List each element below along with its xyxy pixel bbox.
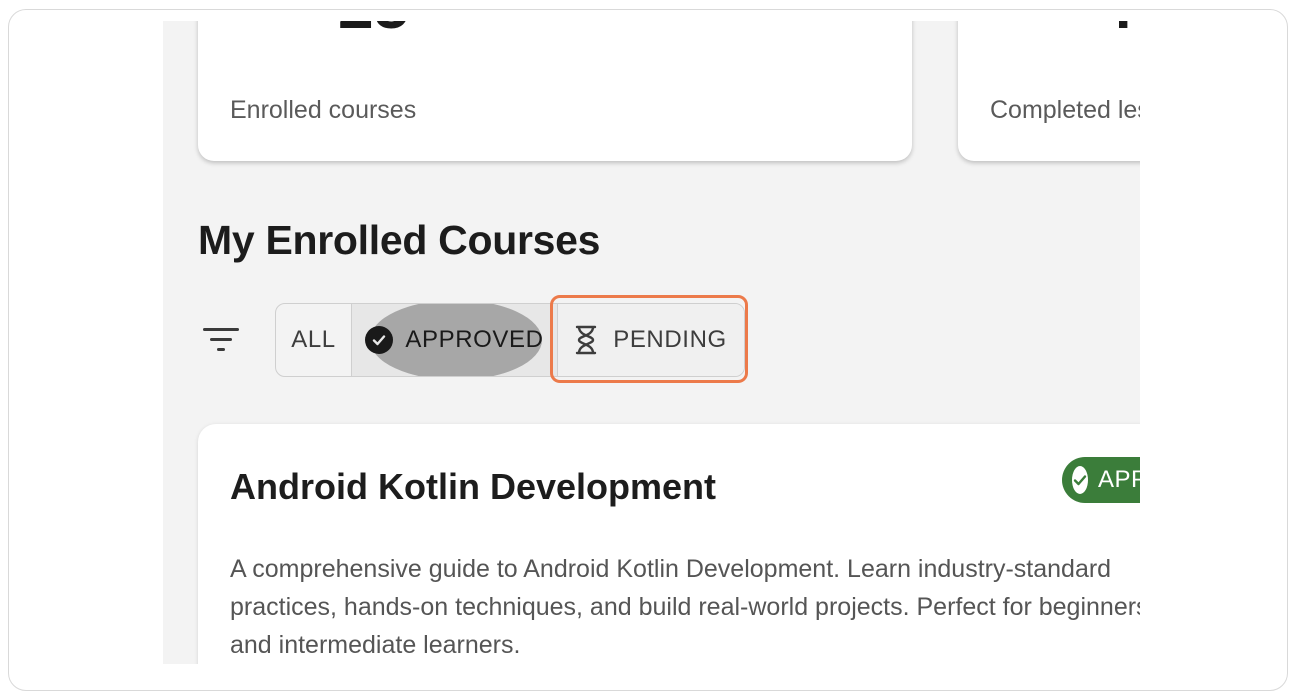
filter-pending-button[interactable]: PENDING — [558, 304, 744, 376]
stat-card-enrolled: 25 Enrolled courses — [198, 21, 912, 161]
hourglass-icon — [576, 325, 597, 355]
filter-all-label: ALL — [291, 326, 336, 353]
stat-label-completed: Completed lessons — [990, 96, 1140, 124]
status-badge-label: APPROVED — [1098, 466, 1140, 493]
filter-pending-label: PENDING — [613, 326, 727, 353]
filter-all-button[interactable]: ALL — [276, 304, 352, 376]
stat-card-completed: 4 Completed lessons — [958, 21, 1140, 161]
course-description: A comprehensive guide to Android Kotlin … — [230, 555, 1140, 659]
app-viewport: 25 Enrolled courses 4 Completed lessons … — [163, 21, 1140, 664]
stat-value-enrolled: 25 — [338, 21, 409, 43]
stat-label-enrolled: Enrolled courses — [230, 96, 417, 124]
filter-approved-button[interactable]: APPROVED — [352, 304, 558, 376]
check-circle-icon — [365, 326, 394, 354]
section-title: My Enrolled Courses — [198, 217, 601, 263]
filter-approved-label: APPROVED — [405, 326, 544, 353]
course-card[interactable]: Android Kotlin Development APPROVED A co… — [198, 424, 1140, 664]
filter-icon[interactable] — [203, 326, 239, 356]
status-badge: APPROVED — [1062, 457, 1140, 503]
status-filter-segmented-control: ALL APPROVED PENDING — [275, 303, 745, 377]
course-title: Android Kotlin Development — [230, 466, 716, 507]
badge-check-icon — [1072, 466, 1088, 494]
stat-value-completed: 4 — [1098, 21, 1134, 43]
